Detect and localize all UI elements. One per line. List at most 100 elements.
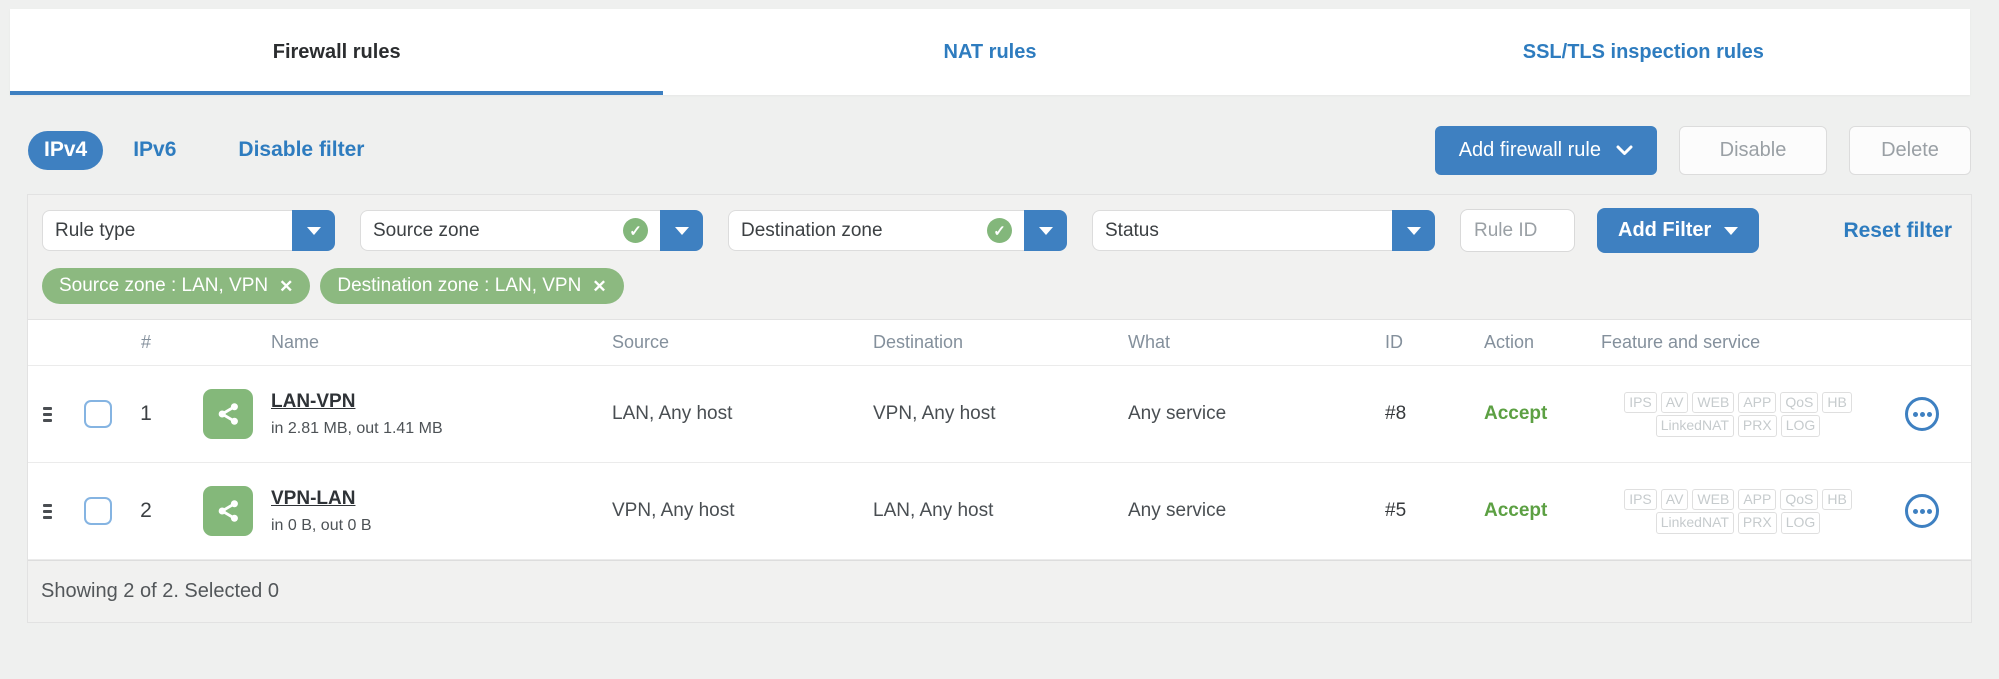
disable-button[interactable]: Disable <box>1679 125 1827 175</box>
disable-filter-link[interactable]: Disable filter <box>238 138 364 162</box>
filter-chip-source-zone: Source zone : LAN, VPN ✕ <box>42 268 311 304</box>
badge: HB <box>1822 391 1852 413</box>
source-zone-dropdown-button[interactable] <box>660 210 703 251</box>
tab-ssl-tls-inspection-rules[interactable]: SSL/TLS inspection rules <box>1317 9 1970 95</box>
badge: LOG <box>1780 415 1821 437</box>
caret-down-icon <box>1038 226 1053 235</box>
destination-zone-label: Destination zone <box>741 219 883 241</box>
tab-firewall-rules[interactable]: Firewall rules <box>10 9 664 95</box>
rule-name-link[interactable]: LAN-VPN <box>271 391 355 413</box>
badge: PRX <box>1737 415 1777 437</box>
applied-filters: Source zone : LAN, VPN ✕ Destination zon… <box>28 266 1971 319</box>
row-checkbox[interactable] <box>84 497 112 525</box>
add-filter-button[interactable]: Add Filter <box>1597 208 1760 253</box>
rule-what: Any service <box>1128 500 1227 521</box>
table-header-row: # Name Source Destination What ID Action… <box>28 320 1971 366</box>
rule-name-link[interactable]: VPN-LAN <box>271 488 355 510</box>
delete-button[interactable]: Delete <box>1849 125 1971 175</box>
header-id: ID <box>1385 332 1403 352</box>
table-row: 1 LAN-VPN in 2.81 MB, out 1.41 MB LAN, A… <box>28 366 1971 463</box>
header-feature: Feature and service <box>1601 332 1761 352</box>
header-destination: Destination <box>873 332 964 352</box>
destination-zone-dropdown-button[interactable] <box>1024 210 1067 251</box>
badge: QoS <box>1780 391 1819 413</box>
filter-bar: Rule type Source zone ✓ Destination zone… <box>28 195 1971 266</box>
rule-id-input[interactable] <box>1460 209 1575 252</box>
close-icon[interactable]: ✕ <box>592 278 606 295</box>
source-zone-field[interactable]: Source zone ✓ <box>360 210 660 251</box>
filter-chip-label: Source zone : LAN, VPN <box>59 275 269 296</box>
rule-source: VPN, Any host <box>612 500 735 521</box>
badge: AV <box>1660 488 1689 510</box>
status-dropdown-button[interactable] <box>1392 210 1435 251</box>
status-field[interactable]: Status <box>1092 210 1392 251</box>
header-source: Source <box>612 332 670 352</box>
badge: QoS <box>1780 488 1819 510</box>
header-name: Name <box>271 332 320 352</box>
close-icon[interactable]: ✕ <box>279 278 293 295</box>
drag-handle-icon[interactable] <box>43 406 68 422</box>
check-circle-icon: ✓ <box>623 218 648 243</box>
caret-down-icon <box>1724 226 1739 235</box>
badge: AV <box>1660 391 1689 413</box>
status-label: Status <box>1105 219 1159 241</box>
add-filter-label: Add Filter <box>1618 219 1712 241</box>
rule-tabs: Firewall rules NAT rules SSL/TLS inspect… <box>10 9 1970 95</box>
row-index: 1 <box>140 402 152 425</box>
table-footer-text: Showing 2 of 2. Selected 0 <box>41 580 279 602</box>
tab-nat-rules-label: NAT rules <box>943 40 1037 63</box>
tab-nat-rules[interactable]: NAT rules <box>663 9 1316 95</box>
rule-type-filter: Rule type <box>42 210 335 251</box>
more-options-icon[interactable] <box>1905 494 1939 528</box>
badge: LinkedNAT <box>1655 415 1734 437</box>
rule-action[interactable]: Accept <box>1484 500 1547 521</box>
caret-down-icon <box>306 226 321 235</box>
rule-traffic: in 2.81 MB, out 1.41 MB <box>271 419 443 437</box>
filter-chip-destination-zone: Destination zone : LAN, VPN ✕ <box>320 268 624 304</box>
status-filter: Status <box>1092 210 1435 251</box>
source-zone-filter: Source zone ✓ <box>360 210 703 251</box>
table-row: 2 VPN-LAN in 0 B, out 0 B VPN, Any host … <box>28 463 1971 560</box>
badge: LinkedNAT <box>1655 512 1734 534</box>
rule-destination: VPN, Any host <box>873 403 996 424</box>
toolbar: IPv4 IPv6 Disable filter Add firewall ru… <box>28 125 1971 175</box>
badge: PRX <box>1737 512 1777 534</box>
add-firewall-rule-button[interactable]: Add firewall rule <box>1434 125 1657 175</box>
rules-table: # Name Source Destination What ID Action… <box>28 319 1971 560</box>
badge: APP <box>1738 391 1777 413</box>
destination-zone-field[interactable]: Destination zone ✓ <box>728 210 1024 251</box>
source-zone-label: Source zone <box>373 219 480 241</box>
badge: IPS <box>1624 391 1657 413</box>
disable-button-label: Disable <box>1719 138 1787 161</box>
more-options-icon[interactable] <box>1905 397 1939 431</box>
table-footer: Showing 2 of 2. Selected 0 <box>28 560 1971 622</box>
feature-badges: IPS AV WEB APP QoS HB LinkedNAT PRX LOG <box>1588 488 1888 534</box>
destination-zone-filter: Destination zone ✓ <box>728 210 1067 251</box>
ipv6-toggle[interactable]: IPv6 <box>133 138 176 162</box>
rule-source: LAN, Any host <box>612 403 733 424</box>
share-icon <box>203 486 253 536</box>
ipv4-toggle[interactable]: IPv4 <box>28 130 104 170</box>
badge: LOG <box>1780 512 1821 534</box>
rule-type-field[interactable]: Rule type <box>42 210 292 251</box>
feature-badges: IPS AV WEB APP QoS HB LinkedNAT PRX LOG <box>1588 391 1888 437</box>
tab-ssl-tls-inspection-rules-label: SSL/TLS inspection rules <box>1522 40 1764 63</box>
rule-id: #5 <box>1385 500 1407 521</box>
rule-destination: LAN, Any host <box>873 500 994 521</box>
header-index: # <box>140 332 151 352</box>
reset-filter-link[interactable]: Reset filter <box>1843 219 1956 243</box>
rule-what: Any service <box>1128 403 1227 424</box>
firewall-rules-panel: Rule type Source zone ✓ Destination zone… <box>27 194 1972 623</box>
badge: WEB <box>1692 488 1735 510</box>
caret-down-icon <box>1406 226 1421 235</box>
filter-chip-label: Destination zone : LAN, VPN <box>337 275 582 296</box>
badge: WEB <box>1692 391 1735 413</box>
row-index: 2 <box>140 499 152 522</box>
rule-type-dropdown-button[interactable] <box>292 210 335 251</box>
drag-handle-icon[interactable] <box>43 503 68 519</box>
chevron-down-icon <box>1616 139 1633 162</box>
rule-action[interactable]: Accept <box>1484 403 1547 424</box>
row-checkbox[interactable] <box>84 400 112 428</box>
rule-type-label: Rule type <box>55 219 136 241</box>
tab-firewall-rules-label: Firewall rules <box>272 40 401 63</box>
